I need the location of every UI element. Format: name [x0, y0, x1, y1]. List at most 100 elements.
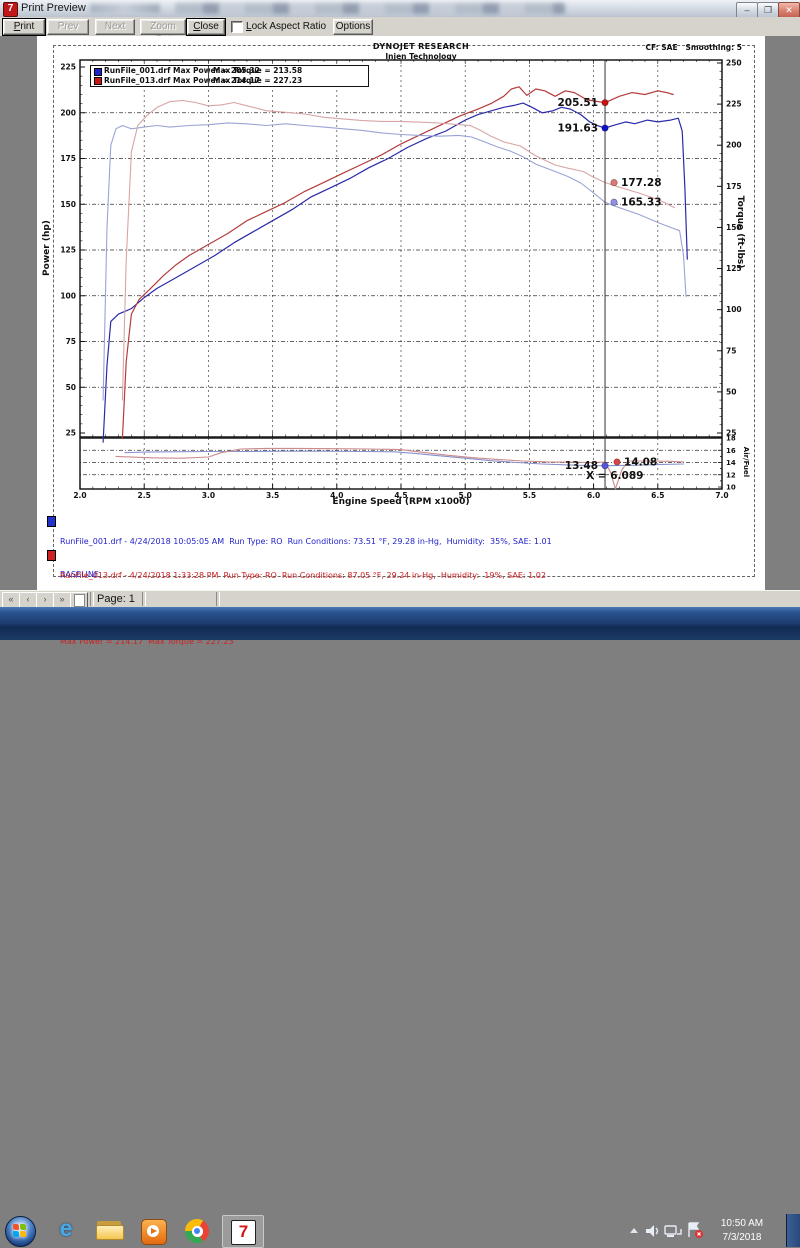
marker-value-label: 177.28 [621, 177, 662, 189]
legend-row: RunFile_001.drf Max Power = 205.32 Max T… [91, 66, 368, 76]
chrome-icon [185, 1219, 209, 1243]
series-curve [103, 123, 686, 400]
tray-expand-icon[interactable] [630, 1228, 638, 1233]
series-curve [122, 87, 673, 439]
x-tick-label: 7.0 [715, 491, 728, 500]
taskbar-clock[interactable]: 10:50 AM 7/3/2018 [702, 1217, 782, 1245]
start-button[interactable] [5, 1216, 36, 1247]
clock-time: 10:50 AM [702, 1217, 782, 1231]
cursor-x-label: X = 6.089 [586, 470, 643, 482]
lock-aspect-ratio-label: Lock Aspect Ratio [246, 21, 326, 32]
last-page-button[interactable]: » [53, 592, 71, 608]
next-page-button[interactable]: › [36, 592, 54, 608]
power-tick-label: 225 [60, 63, 76, 72]
legend-row: RunFile_013.drf Max Power = 214.17 Max T… [91, 76, 368, 86]
run2-color-square [47, 550, 56, 561]
torque-tick-label: 100 [726, 305, 742, 314]
title-bar: 7 Print Preview – ❐ ✕ [0, 0, 800, 18]
x-tick-label: 2.0 [73, 491, 86, 500]
torque-tick-label: 50 [726, 387, 736, 396]
first-page-button[interactable]: « [2, 592, 20, 608]
power-tick-label: 175 [60, 154, 76, 163]
prev-button[interactable]: Prev [47, 19, 89, 35]
legend-divider [208, 66, 209, 76]
af-tick-label: 12 [726, 471, 736, 479]
dyno-app-icon: 7 [231, 1220, 256, 1245]
show-desktop-button[interactable] [786, 1214, 800, 1247]
af-axis-title: Air/Fuel [742, 432, 750, 492]
options-button[interactable]: Options [333, 19, 373, 35]
x-tick-label: 6.0 [587, 491, 600, 500]
speaker-icon[interactable] [644, 1223, 660, 1239]
close-preview-button[interactable]: Close [187, 19, 225, 35]
statusbar-divider [216, 592, 220, 606]
media-player-icon [141, 1219, 167, 1245]
page-number-label: Page: 1 [97, 593, 135, 605]
x-tick-label: 3.0 [202, 491, 215, 500]
power-tick-label: 100 [60, 291, 76, 300]
lock-aspect-ratio-checkbox[interactable] [231, 21, 243, 33]
x-tick-label: 2.5 [138, 491, 151, 500]
statusbar-divider [90, 592, 94, 606]
torque-tick-label: 75 [726, 346, 736, 355]
run1-color-square [47, 516, 56, 527]
taskbar-item-dyno-app-active[interactable]: 7 [222, 1215, 264, 1248]
power-axis-title: Power (hp) [42, 193, 52, 303]
marker-dot [614, 459, 620, 465]
chart-legend: RunFile_001.drf Max Power = 205.32 Max T… [90, 65, 369, 87]
legend-max-torque: Max Torque = 213.58 [213, 66, 302, 76]
zoom-out-button[interactable]: Zoom Out [140, 19, 186, 35]
marker-value-label: 165.33 [621, 197, 662, 209]
af-tick-label: 18 [726, 435, 736, 443]
correction-smoothing-label: CF: SAE Smoothing: 5 [645, 43, 742, 52]
network-icon[interactable] [664, 1223, 682, 1239]
x-tick-label: 6.5 [651, 491, 664, 500]
print-button[interactable]: Print [3, 19, 45, 35]
marker-dot [611, 199, 617, 205]
marker-dot [611, 179, 617, 185]
taskbar-item-internet-explorer[interactable]: e [46, 1215, 86, 1246]
window-title: Print Preview [21, 2, 86, 14]
power-tick-label: 75 [66, 337, 76, 346]
taskbar: e 7 10:50 AM 7/3/2018 [0, 607, 800, 640]
redacted-title-text [90, 4, 160, 13]
torque-tick-label: 225 [726, 100, 742, 109]
statusbar-divider [142, 592, 146, 606]
taskbar-item-windows-explorer[interactable] [90, 1215, 130, 1246]
legend-divider [208, 76, 209, 86]
marker-dot [602, 125, 608, 131]
taskbar-item-media-player[interactable] [134, 1215, 174, 1246]
print-preview-toolbar: Print Prev Next Zoom Out Close Lock Aspe… [0, 17, 800, 37]
status-bar: « ‹ › » Page: 1 [0, 590, 800, 608]
af-tick-label: 16 [726, 447, 736, 455]
chart-company-header: DYNOJET RESEARCH [301, 42, 541, 51]
x-tick-label: 5.5 [523, 491, 536, 500]
legend-swatch-blue [94, 68, 102, 76]
internet-explorer-icon: e [46, 1215, 86, 1241]
preview-page: 2.02.53.03.54.04.55.05.56.06.57.02550751… [37, 36, 765, 590]
legend-max-torque: Max Torque = 227.23 [213, 76, 302, 86]
page-setup-button[interactable] [70, 592, 88, 608]
x-axis-title: Engine Speed (RPM x1000) [301, 497, 501, 507]
power-tick-label: 125 [60, 246, 76, 255]
marker-dot [602, 462, 608, 468]
chart-subtitle: Injen Technology [301, 52, 541, 61]
power-tick-label: 50 [66, 383, 76, 392]
marker-value-label: 205.51 [557, 97, 598, 109]
prev-page-button[interactable]: ‹ [19, 592, 37, 608]
clock-date: 7/3/2018 [702, 1231, 782, 1245]
marker-value-label: 191.63 [557, 123, 598, 135]
document-icon [74, 594, 85, 607]
power-tick-label: 150 [60, 200, 76, 209]
series-curve [103, 103, 687, 442]
marker-value-label: 14.08 [624, 457, 657, 469]
windows-logo-icon [13, 1224, 26, 1237]
marker-dot [602, 99, 608, 105]
torque-axis-title: Torque (ft-lbs) [735, 177, 745, 287]
taskbar-item-chrome[interactable] [178, 1215, 218, 1246]
next-button[interactable]: Next [95, 19, 135, 35]
run2-line1: RunFile_013.drf - 4/24/2018 1:33:28 PM R… [60, 570, 546, 581]
preview-workspace: 2.02.53.03.54.04.55.05.56.06.57.02550751… [0, 36, 800, 590]
af-tick-label: 14 [726, 459, 736, 467]
app-icon: 7 [3, 2, 18, 17]
